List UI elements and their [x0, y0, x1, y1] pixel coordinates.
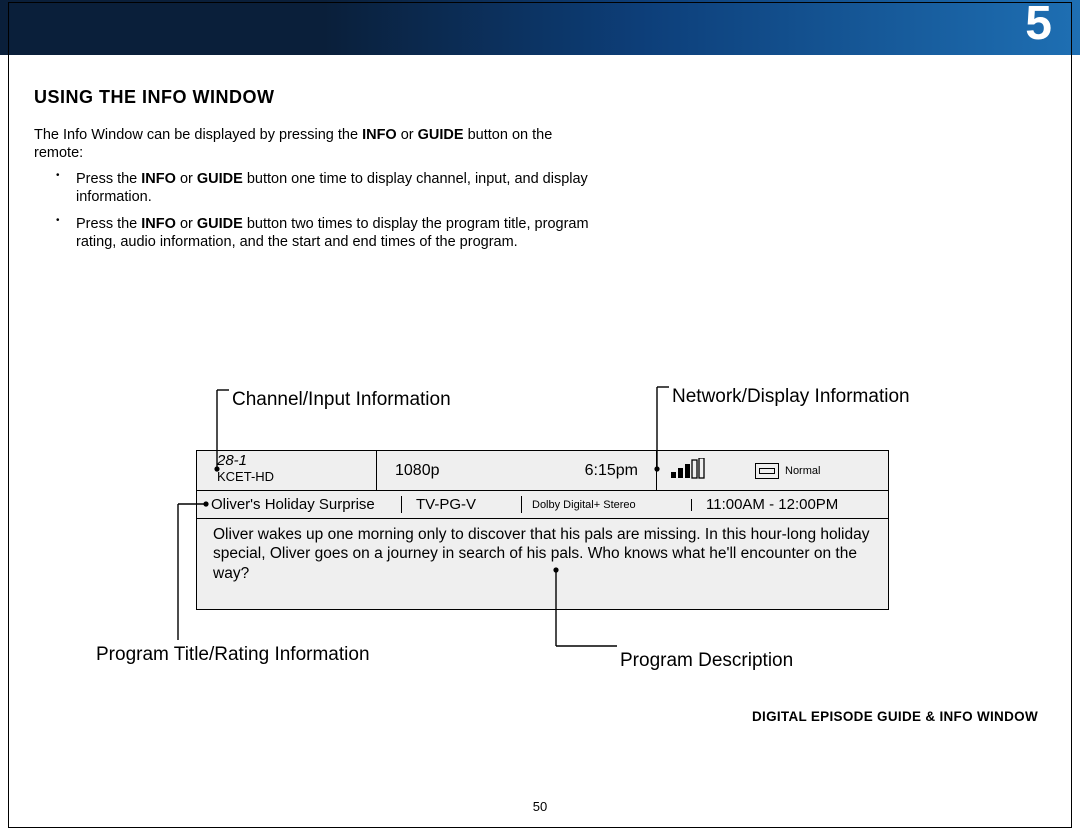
- li-bold: INFO: [141, 216, 176, 232]
- li-bold: GUIDE: [197, 216, 243, 232]
- program-time: 11:00AM - 12:00PM: [692, 496, 888, 513]
- intro-text: or: [397, 127, 418, 143]
- info-row-2: Oliver's Holiday Surprise TV-PG-V Dolby …: [197, 491, 888, 519]
- channel-name: KCET-HD: [217, 470, 368, 484]
- intro-text: The Info Window can be displayed by pres…: [34, 127, 362, 143]
- channel-cell: 28-1 KCET-HD: [197, 451, 377, 490]
- li-text: Press the: [76, 171, 141, 187]
- resolution-value: 1080p: [395, 462, 585, 480]
- li-bold: GUIDE: [197, 171, 243, 187]
- li-text: or: [176, 216, 197, 232]
- program-title: Oliver's Holiday Surprise: [197, 496, 402, 513]
- chapter-banner: 5: [0, 0, 1080, 55]
- aspect-ratio-icon: [755, 463, 779, 479]
- intro-bold-info: INFO: [362, 127, 397, 143]
- info-window-diagram: 28-1 KCET-HD 1080p 6:15pm: [196, 450, 889, 610]
- audio-info: Dolby Digital+ Stereo: [522, 499, 692, 511]
- instruction-list: Press the INFO or GUIDE button one time …: [34, 170, 594, 251]
- program-rating: TV-PG-V: [402, 496, 522, 513]
- content-area: USING THE INFO WINDOW The Info Window ca…: [0, 55, 1080, 251]
- li-text: or: [176, 171, 197, 187]
- program-description: Oliver wakes up one morning only to disc…: [197, 519, 888, 609]
- network-display-cell: Normal: [657, 451, 888, 490]
- aspect-ratio-label: Normal: [785, 465, 820, 477]
- info-row-1: 28-1 KCET-HD 1080p 6:15pm: [197, 451, 888, 491]
- callout-network-display: Network/Display Information: [672, 386, 910, 408]
- list-item: Press the INFO or GUIDE button one time …: [76, 170, 594, 206]
- page-number: 50: [0, 799, 1080, 814]
- aspect-ratio-wrap: Normal: [755, 463, 820, 479]
- li-bold: INFO: [141, 171, 176, 187]
- callout-program-title-rating: Program Title/Rating Information: [96, 644, 370, 666]
- intro-bold-guide: GUIDE: [418, 127, 464, 143]
- footer-section-label: DIGITAL EPISODE GUIDE & INFO WINDOW: [752, 709, 1038, 724]
- list-item: Press the INFO or GUIDE button two times…: [76, 215, 594, 251]
- section-title: USING THE INFO WINDOW: [34, 87, 1046, 108]
- intro-paragraph: The Info Window can be displayed by pres…: [34, 126, 594, 162]
- resolution-time-cell: 1080p 6:15pm: [377, 451, 657, 490]
- channel-number: 28-1: [217, 453, 368, 470]
- callout-program-description: Program Description: [620, 650, 793, 672]
- signal-strength-icon: [671, 458, 705, 484]
- current-time: 6:15pm: [585, 462, 638, 480]
- chapter-number: 5: [1025, 0, 1052, 51]
- li-text: Press the: [76, 216, 141, 232]
- callout-channel-input: Channel/Input Information: [232, 389, 451, 411]
